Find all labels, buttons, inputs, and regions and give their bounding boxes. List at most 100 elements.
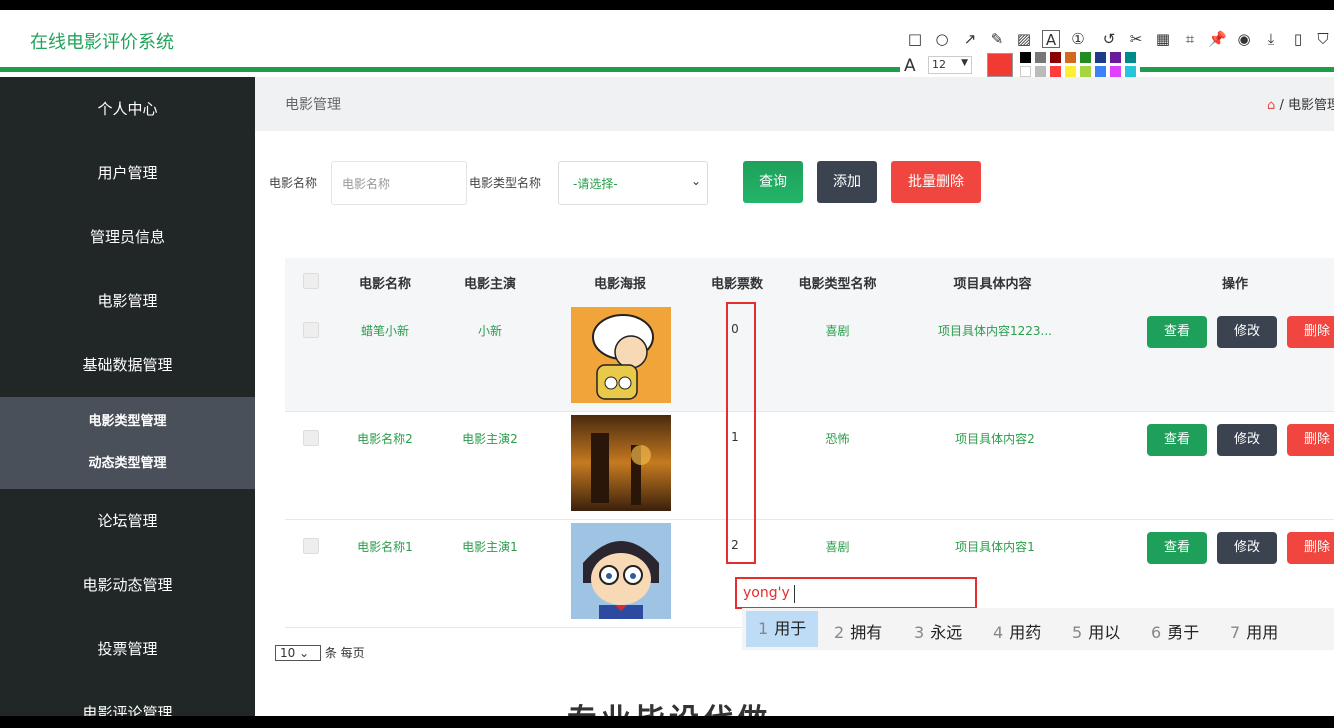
- pin-icon[interactable]: 📌: [1208, 30, 1227, 48]
- ime-candidate[interactable]: 5 用以: [1072, 619, 1120, 643]
- sidebar-subitem-movie-types[interactable]: 电影类型管理: [0, 401, 255, 443]
- bookmark-icon[interactable]: ⛉: [1314, 30, 1332, 48]
- view-button[interactable]: 查看: [1147, 532, 1207, 564]
- cell-movie-name: 蜡笔小新: [360, 324, 409, 338]
- ime-candidate[interactable]: 4 用药: [993, 619, 1041, 643]
- color-navy[interactable]: [1095, 52, 1106, 63]
- sidebar-item-comments[interactable]: 电影评论管理: [0, 681, 255, 716]
- row-checkbox[interactable]: [303, 430, 319, 446]
- movie-name-label: 电影名称: [269, 176, 318, 190]
- color-lime[interactable]: [1080, 66, 1091, 77]
- color-red[interactable]: [1050, 66, 1061, 77]
- movie-name-input[interactable]: 电影名称: [331, 161, 467, 205]
- ime-candidate[interactable]: 3 永远: [914, 619, 962, 643]
- movie-type-label: 电影类型名称: [469, 176, 542, 190]
- cell-type: 恐怖: [825, 432, 850, 446]
- mosaic-tool-icon[interactable]: ▨: [1015, 30, 1033, 48]
- current-color-swatch[interactable]: [987, 53, 1013, 77]
- color-teal[interactable]: [1125, 52, 1136, 63]
- cut-icon[interactable]: ✂: [1127, 30, 1145, 48]
- cell-actor: 小新: [477, 324, 502, 338]
- breadcrumb: ⌂ / 电影管理: [1267, 94, 1334, 113]
- sidebar-subitem-news-types[interactable]: 动态类型管理: [0, 443, 255, 485]
- batch-delete-button[interactable]: 批量删除: [891, 161, 981, 203]
- sidebar-item-profile[interactable]: 个人中心: [0, 77, 255, 141]
- sidebar-item-movies[interactable]: 电影管理: [0, 269, 255, 333]
- cell-movie-name: 电影名称1: [357, 540, 413, 554]
- color-gray[interactable]: [1035, 52, 1046, 63]
- sidebar-item-basic-data[interactable]: 基础数据管理: [0, 333, 255, 397]
- ime-candidate[interactable]: 7 用用: [1230, 619, 1278, 643]
- screenshot-icon[interactable]: ⌗: [1181, 30, 1199, 48]
- ime-composition-box[interactable]: yong'y: [735, 577, 977, 609]
- color-purple[interactable]: [1110, 52, 1121, 63]
- color-cyan[interactable]: [1125, 66, 1136, 77]
- add-button[interactable]: 添加: [817, 161, 877, 203]
- table-header: 电影名称 电影主演 电影海报 电影票数 电影类型名称 项目具体内容 操作: [285, 258, 1334, 304]
- ime-candidate[interactable]: 6 勇于: [1151, 619, 1199, 643]
- sidebar-item-voting[interactable]: 投票管理: [0, 617, 255, 681]
- sidebar-item-admin-info[interactable]: 管理员信息: [0, 205, 255, 269]
- color-white[interactable]: [1020, 66, 1031, 77]
- rectangle-tool-icon[interactable]: □: [906, 30, 924, 48]
- color-darkred[interactable]: [1050, 52, 1061, 63]
- table-row: 蜡笔小新 小新 0 喜剧 项目具体内容1223... 查看 修改 删除: [285, 304, 1334, 412]
- col-actor: 电影主演: [463, 277, 516, 292]
- arrow-tool-icon[interactable]: ↗: [961, 30, 979, 48]
- edit-button[interactable]: 修改: [1217, 532, 1277, 564]
- query-button[interactable]: 查询: [743, 161, 803, 203]
- ellipse-tool-icon[interactable]: ○: [933, 30, 951, 48]
- poster-image: [571, 415, 671, 511]
- color-yellow[interactable]: [1065, 66, 1076, 77]
- movie-type-select[interactable]: -请选择- ⌄: [558, 161, 708, 205]
- row-checkbox[interactable]: [303, 538, 319, 554]
- delete-button[interactable]: 删除: [1287, 316, 1334, 348]
- detective-conan-poster-icon: [571, 523, 671, 619]
- ocr-icon[interactable]: ▦: [1154, 30, 1172, 48]
- font-icon: A: [904, 56, 916, 76]
- pencil-tool-icon[interactable]: ✎: [988, 30, 1006, 48]
- text-caret: [794, 585, 795, 603]
- table-row: 电影名称2 电影主演2 1 恐怖 项目具体内容2 查看 修改 删除: [285, 412, 1334, 520]
- row-checkbox[interactable]: [303, 322, 319, 338]
- record-icon[interactable]: ◉: [1235, 30, 1253, 48]
- cell-type: 喜剧: [825, 324, 850, 338]
- ime-candidate[interactable]: 2 拥有: [834, 619, 882, 643]
- color-green[interactable]: [1080, 52, 1091, 63]
- edit-button[interactable]: 修改: [1217, 424, 1277, 456]
- font-size-select[interactable]: 12 ▼: [928, 56, 972, 74]
- col-votes: 电影票数: [710, 277, 763, 292]
- save-icon[interactable]: ▯: [1289, 30, 1307, 48]
- sidebar-item-forum[interactable]: 论坛管理: [0, 489, 255, 553]
- text-tool-icon[interactable]: A: [1042, 30, 1060, 49]
- ime-typed-text: yong'y: [743, 585, 790, 601]
- poster-image: [571, 523, 671, 619]
- delete-button[interactable]: 删除: [1287, 424, 1334, 456]
- sidebar-item-movie-news[interactable]: 电影动态管理: [0, 553, 255, 617]
- delete-button[interactable]: 删除: [1287, 532, 1334, 564]
- page-size-select[interactable]: 10 ⌄: [275, 645, 321, 661]
- view-button[interactable]: 查看: [1147, 424, 1207, 456]
- view-button[interactable]: 查看: [1147, 316, 1207, 348]
- color-lightgray[interactable]: [1035, 66, 1046, 77]
- col-movie-name: 电影名称: [358, 277, 411, 292]
- number-tool-icon[interactable]: ①: [1069, 30, 1087, 48]
- download-icon[interactable]: ⤓: [1262, 30, 1280, 48]
- ime-candidate[interactable]: 1 用于: [746, 611, 819, 647]
- select-all-checkbox[interactable]: [303, 273, 319, 289]
- color-black[interactable]: [1020, 52, 1031, 63]
- col-type: 电影类型名称: [798, 277, 877, 292]
- col-actions: 操作: [1221, 277, 1248, 292]
- pagination: 10 ⌄ 条 每页: [275, 644, 365, 661]
- edit-button[interactable]: 修改: [1217, 316, 1277, 348]
- sidebar-item-users[interactable]: 用户管理: [0, 141, 255, 205]
- color-pink[interactable]: [1110, 66, 1121, 77]
- search-bar: 电影名称 电影名称 电影类型名称 -请选择- ⌄ 查询 添加 批量删除: [255, 161, 1334, 205]
- color-orange[interactable]: [1065, 52, 1076, 63]
- cell-actor: 电影主演2: [462, 432, 518, 446]
- sidebar: 个人中心 用户管理 管理员信息 电影管理 基础数据管理 电影类型管理 动态类型管…: [0, 77, 255, 716]
- color-blue[interactable]: [1095, 66, 1106, 77]
- home-icon[interactable]: ⌂: [1267, 98, 1275, 113]
- undo-icon[interactable]: ↺: [1100, 30, 1118, 48]
- col-content: 项目具体内容: [953, 277, 1032, 292]
